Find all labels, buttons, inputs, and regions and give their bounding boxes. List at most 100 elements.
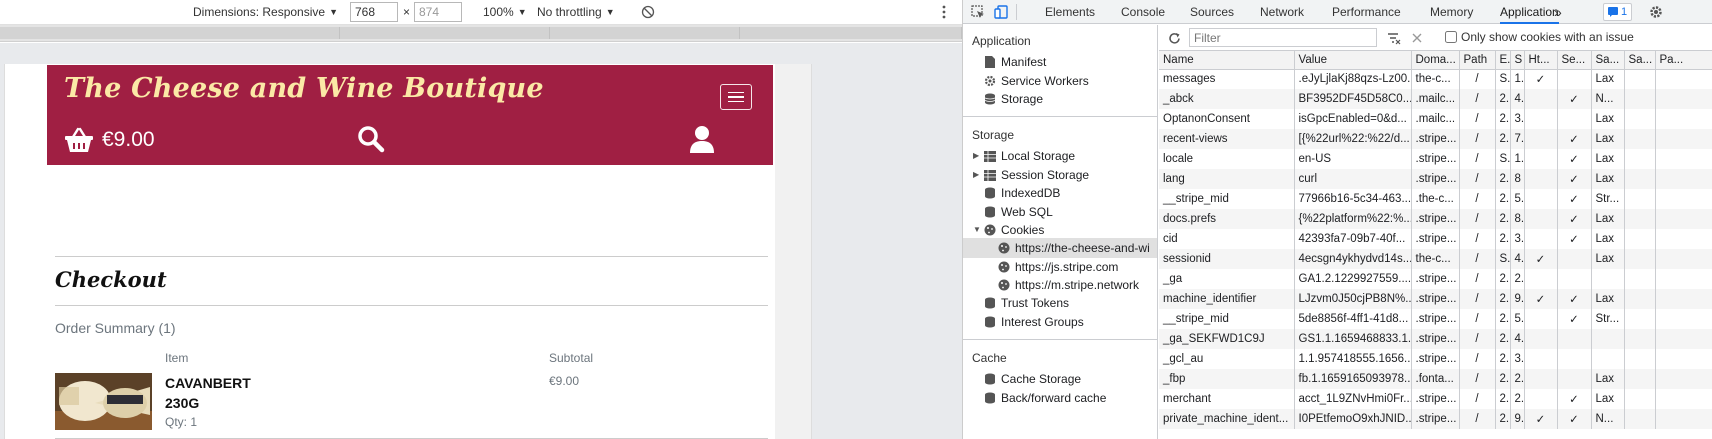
table-row[interactable]: _fbpfb.1.1659165093978....fonta.../2...2… [1159,369,1712,389]
table-cell: private_machine_ident... [1159,409,1295,429]
table-cell: .stripe... [1411,349,1460,369]
table-row[interactable]: sessionid 4ecsgn4ykhydvd14s... the-c... / S.… [1159,249,1712,269]
column-header[interactable]: Sa... [1624,51,1656,70]
refresh-icon[interactable] [1165,29,1183,47]
tab-elements[interactable]: Elements [1045,0,1095,24]
cookie-origin-js-stripe[interactable]: https://js.stripe.com [997,257,1118,277]
sidebar-item-storage[interactable]: Storage [983,89,1043,109]
table-row[interactable]: private_machine_ident... I0PEtfemoO9xhJNI… [1159,409,1712,429]
cookie-origin-m-stripe[interactable]: https://m.stripe.network [997,275,1139,295]
user-icon[interactable] [689,125,715,156]
times-label: × [403,5,411,19]
sidebar-item-cookies[interactable]: ▼ Cookies [973,220,1044,240]
only-issues-checkbox[interactable] [1445,31,1457,43]
clear-filtered-icon[interactable] [1385,29,1403,47]
more-options-icon[interactable] [942,0,946,24]
zoom-select[interactable]: 100% ▼ [483,0,527,24]
basket-link[interactable]: €9.00 [64,127,155,153]
rotate-icon[interactable] [641,0,655,24]
table-row[interactable]: recent-views [{%22url%22:%22/d... .stripe.… [1159,129,1712,149]
table-row[interactable]: __stripe_mid 5de8856f-4ff1-41d8... .stripe… [1159,309,1712,329]
tab-sources[interactable]: Sources [1190,0,1234,24]
height-field[interactable]: 874 [414,0,462,24]
table-cell: Lax [1591,209,1625,229]
column-header[interactable]: Pa... [1655,51,1712,70]
only-issues-toggle[interactable]: Only show cookies with an issue [1445,30,1634,44]
table-cell: Lax [1591,109,1625,129]
table-cell: 2... [1495,209,1511,229]
expand-triangle-icon[interactable]: ▶ [973,146,983,166]
width-input[interactable]: 768 [350,2,398,22]
column-header[interactable]: Value [1294,51,1412,70]
table-grid-icon [983,168,997,182]
sidebar-separator [963,116,1157,117]
table-row[interactable]: cid42393fa7-09b7-40f....stripe.../2...3.… [1159,229,1712,249]
column-header[interactable]: E. [1495,51,1511,70]
sidebar-item-web-sql[interactable]: Web SQL [983,202,1053,222]
table-row[interactable]: __stripe_mid 77966b16-5c34-463... .the-c..… [1159,189,1712,209]
ruler-segment[interactable] [740,27,962,39]
throttling-select[interactable]: No throttling ▼ [537,0,615,24]
table-cell [1624,129,1656,149]
table-row[interactable]: messages .eJyLjlaKj88qzs-Lz00... the-c... /… [1159,69,1712,89]
sidebar-item-trust-tokens[interactable]: Trust Tokens [983,293,1069,313]
site-title[interactable]: The Cheese and Wine Boutique [64,73,544,104]
settings-gear-icon[interactable] [1647,3,1665,21]
table-row[interactable]: langcurl.stripe.../2...8 ✓Lax [1159,169,1712,189]
column-header[interactable]: Sa... [1591,51,1625,70]
cookie-filter-input[interactable] [1189,28,1377,47]
sidebar-item-local-storage[interactable]: ▶ Local Storage [973,146,1075,166]
inspect-element-icon[interactable] [969,3,987,21]
tab-performance[interactable]: Performance [1332,0,1401,24]
media-query-ruler [0,25,962,42]
column-header[interactable]: Ht... [1524,51,1558,70]
tab-console[interactable]: Console [1121,0,1165,24]
table-row[interactable]: _gaGA1.2.1229927559.....stripe.../2...2.… [1159,269,1712,289]
table-cell: / [1459,169,1496,189]
sidebar-item-indexeddb[interactable]: IndexedDB [983,183,1060,203]
table-row[interactable]: localeen-US.stripe.../S...1... ✓Lax [1159,149,1712,169]
delete-selected-icon[interactable] [1408,29,1426,47]
column-header[interactable]: Name [1159,51,1295,70]
table-row[interactable]: _abckBF3952DF45D58C0....mailc.../2...4..… [1159,89,1712,109]
issues-button[interactable]: 1 [1603,3,1633,21]
more-tabs-icon[interactable]: » [1554,0,1562,24]
search-icon[interactable] [357,125,385,156]
cookie-origin-the-cheese-and-wine[interactable]: https://the-cheese-and-wi [963,238,1157,258]
menu-toggle-button[interactable] [720,84,752,110]
table-cell: __stripe_mid [1159,189,1295,209]
table-row[interactable]: docs.prefs {%22platform%22:%... .stripe...… [1159,209,1712,229]
table-row[interactable]: merchant acct_1L9ZNvHmi0Fr... .stripe.../2… [1159,389,1712,409]
column-header[interactable]: S [1510,51,1525,70]
table-cell: cid [1159,229,1295,249]
ruler-segment[interactable] [340,27,550,39]
collapse-triangle-icon[interactable]: ▼ [973,220,983,240]
expand-triangle-icon[interactable]: ▶ [973,165,983,185]
column-header[interactable]: Se... [1557,51,1592,70]
height-input[interactable]: 874 [414,2,462,22]
sidebar-item-manifest[interactable]: Manifest [983,52,1046,72]
width-field[interactable]: 768 [350,0,398,24]
tab-network[interactable]: Network [1260,0,1304,24]
sidebar-item-back-forward-cache[interactable]: Back/forward cache [983,388,1106,408]
table-row[interactable]: _gcl_au 1.1.957418555.1656... .stripe.../2… [1159,349,1712,369]
item-column-header: Item [165,351,189,365]
dimensions-select[interactable]: Dimensions: Responsive ▼ [193,0,338,24]
device-toggle-icon[interactable] [992,3,1010,21]
tab-memory[interactable]: Memory [1430,0,1473,24]
sidebar-item-service-workers[interactable]: Service Workers [983,71,1089,91]
table-row[interactable]: machine_identifier LJzvm0J50cjPB8N%... .st… [1159,289,1712,309]
table-cell: __stripe_mid [1159,309,1295,329]
table-cell: .stripe... [1411,149,1460,169]
sidebar-item-session-storage[interactable]: ▶ Session Storage [973,165,1089,185]
ruler-segment[interactable] [550,27,740,39]
table-row[interactable]: OptanonConsent isGpcEnabled=0&d... .mailc.… [1159,109,1712,129]
column-header[interactable]: Doma... [1411,51,1460,70]
ruler-segment[interactable] [0,27,340,39]
tab-application[interactable]: Application [1500,0,1559,24]
sidebar-item-cache-storage[interactable]: Cache Storage [983,369,1081,389]
table-row[interactable]: _ga_SEKFWD1C9J GS1.1.1659468833.1... .stri… [1159,329,1712,349]
cookies-table: Name Value Doma... Path E. S Ht... Se... Sa... Sa… [1159,51,1712,429]
sidebar-item-interest-groups[interactable]: Interest Groups [983,312,1084,332]
column-header[interactable]: Path [1459,51,1496,70]
